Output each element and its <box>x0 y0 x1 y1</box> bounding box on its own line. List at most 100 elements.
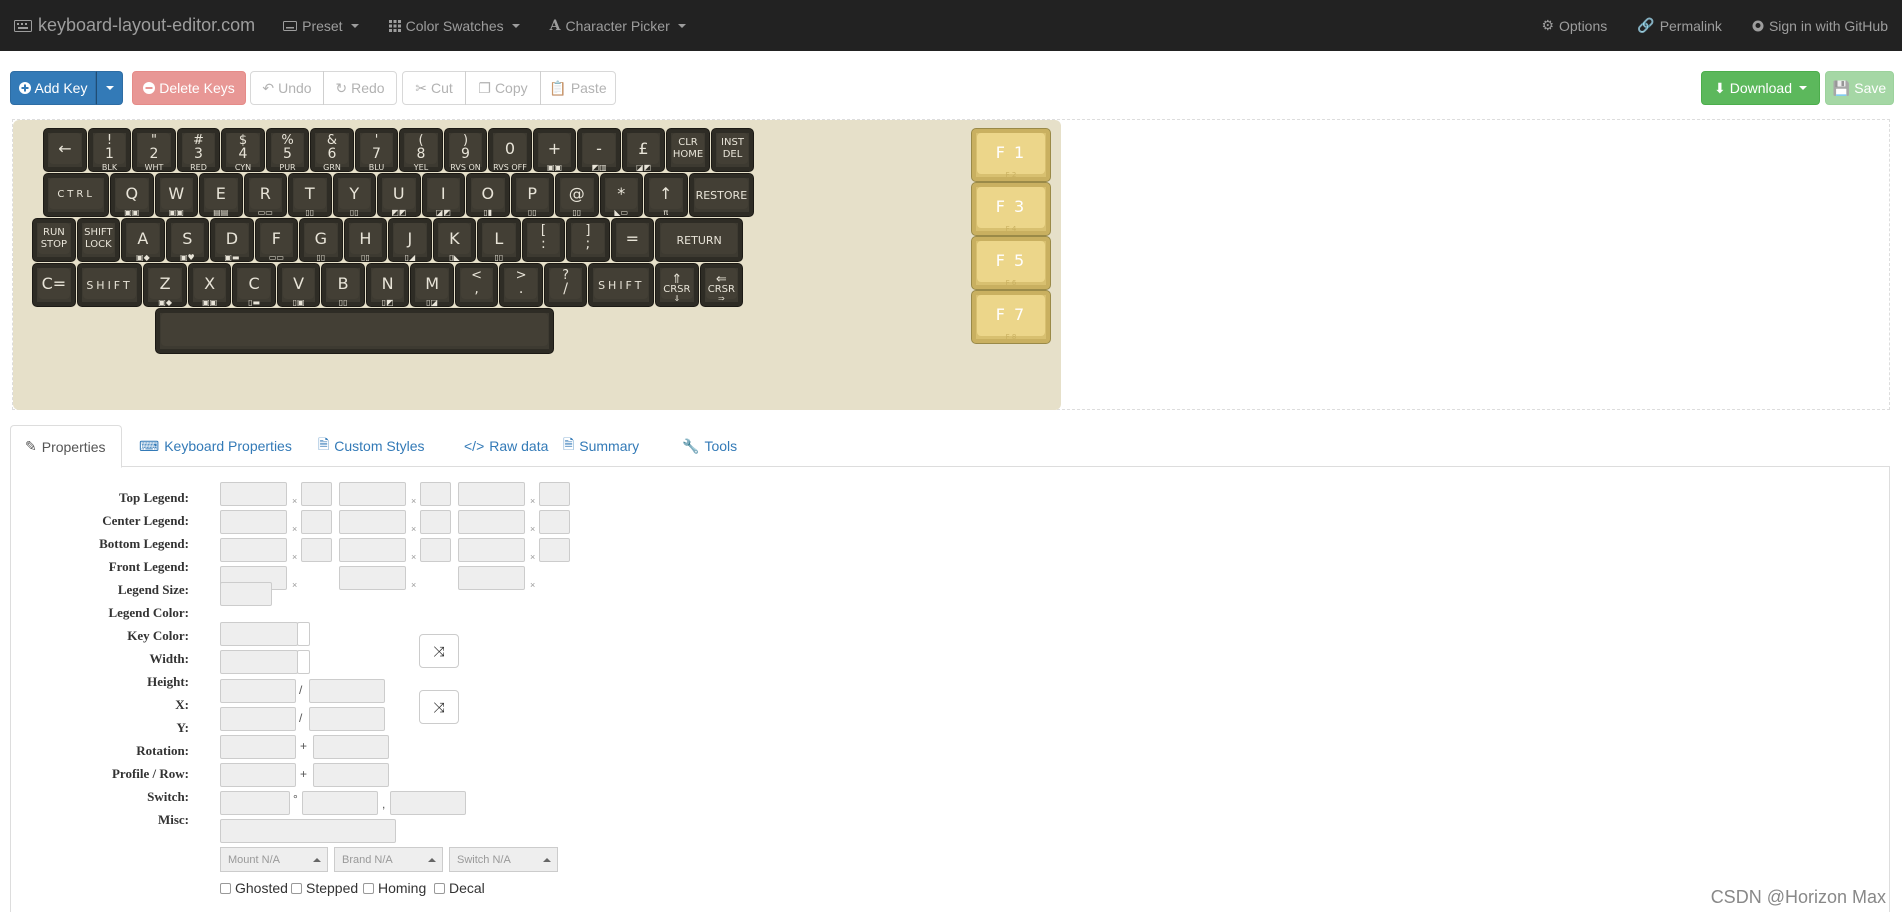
add-key-dropdown-button[interactable] <box>96 71 123 105</box>
legend-color-input[interactable] <box>220 622 298 646</box>
tab-raw-data[interactable]: </> Raw data <box>450 425 562 467</box>
y-input[interactable] <box>220 763 296 787</box>
keycap[interactable]: F ▭▭ <box>254 218 299 262</box>
keycap[interactable]: B ▯▯ <box>321 263 365 307</box>
clear-x-icon[interactable]: × <box>530 580 535 590</box>
add-key-button[interactable]: Add Key <box>10 71 96 105</box>
keycap[interactable]: N ▯◩ <box>365 263 410 307</box>
keycap[interactable]: ' 7 BLU <box>354 128 399 172</box>
keycap[interactable]: P ▯▯ <box>510 173 554 217</box>
height-input[interactable] <box>220 707 296 731</box>
swap-colors-button[interactable]: ⤨ <box>419 634 459 668</box>
legend-text-input[interactable] <box>220 510 287 534</box>
misc-homing[interactable]: Homing <box>363 880 426 896</box>
keycap[interactable]: W ▣▣ <box>154 173 198 217</box>
key-color-swatch[interactable] <box>297 650 310 674</box>
legend-size-small-input[interactable] <box>539 482 570 506</box>
width-input[interactable] <box>220 679 296 703</box>
keycap[interactable]: SHIFT <box>588 263 655 307</box>
clear-x-icon[interactable]: × <box>411 496 416 506</box>
keycap[interactable]: D ▣▬ <box>210 218 254 262</box>
y2-input[interactable] <box>313 763 389 787</box>
height2-input[interactable] <box>309 707 385 731</box>
keycap[interactable]: RETURN <box>655 218 744 262</box>
keycap[interactable]: % 5 PUR <box>265 128 310 172</box>
legend-text-input[interactable] <box>458 566 525 590</box>
keycap[interactable]: V ▯▣ <box>276 263 321 307</box>
keycap[interactable]: ↑ π <box>644 173 688 217</box>
keycap[interactable]: ← <box>43 128 87 172</box>
keycap[interactable]: " 2 WHT <box>132 128 176 172</box>
keycap[interactable]: ) 9 RVS ON <box>443 128 488 172</box>
width2-input[interactable] <box>309 679 385 703</box>
keycap[interactable]: [: <box>521 218 566 262</box>
legend-size-small-input[interactable] <box>420 538 451 562</box>
keycap[interactable]: G ▯▯ <box>299 218 343 262</box>
switch-brand-select[interactable]: Brand N/A <box>334 847 443 872</box>
copy-button[interactable]: ❐ Copy <box>465 71 541 105</box>
nav-github-signin[interactable]: Sign in with GitHub <box>1752 18 1888 34</box>
tab-custom-styles[interactable]: 🗎 Custom Styles <box>304 425 439 467</box>
function-keycap[interactable]: F 5 F 6 <box>971 236 1051 290</box>
stepped-checkbox[interactable] <box>291 882 302 894</box>
keycap[interactable]: R ▭▭ <box>243 173 287 217</box>
legend-size-small-input[interactable] <box>539 510 570 534</box>
legend-text-input[interactable] <box>220 482 287 506</box>
download-button[interactable]: ⬇ Download <box>1701 71 1820 105</box>
keycap[interactable]: J ▯◢ <box>388 218 432 262</box>
keycap[interactable]: ! 1 BLK <box>87 128 132 172</box>
keycap[interactable]: O ▯▮ <box>466 173 510 217</box>
keycap[interactable]: £ ◪◩ <box>621 128 666 172</box>
keycap[interactable]: INST DEL <box>710 128 755 172</box>
keycap[interactable]: A ▣◆ <box>121 218 165 262</box>
keycap[interactable]: S ▣♥ <box>165 218 210 262</box>
legend-text-input[interactable] <box>339 510 406 534</box>
keycap[interactable]: 0 RVS OFF <box>488 128 532 172</box>
keycap[interactable]: U ◩◩ <box>377 173 421 217</box>
key-color-input[interactable] <box>220 650 298 674</box>
keycap[interactable]: SHIFT LOCK <box>76 218 121 262</box>
redo-button[interactable]: ↻ Redo <box>323 71 397 105</box>
keycap[interactable]: - ◩▥ <box>577 128 621 172</box>
undo-button[interactable]: ↶ Undo <box>250 71 324 105</box>
keycap[interactable]: M ▯◪ <box>410 263 454 307</box>
keyboard-editor-area[interactable]: ← ! 1 BLK " 2 WHT #3 RED $4 CYN% 5 PUR & 6 GRN ' 7 BLU(8 YE… <box>12 119 1890 410</box>
legend-size-small-input[interactable] <box>539 538 570 562</box>
keycap[interactable]: ⇑ CRSR ⇓ <box>655 263 699 307</box>
keycap[interactable] <box>154 308 554 354</box>
nav-permalink[interactable]: 🔗 Permalink <box>1637 17 1722 34</box>
clear-x-icon[interactable]: × <box>411 552 416 562</box>
keycap[interactable]: Z ▣◆ <box>143 263 187 307</box>
keycap[interactable]: + ▣▣ <box>532 128 577 172</box>
switch-mount-select[interactable]: Mount N/A <box>220 847 328 872</box>
keycap[interactable]: H ▯▯ <box>343 218 388 262</box>
keycap[interactable]: (8 YEL <box>399 128 443 172</box>
clear-x-icon[interactable]: × <box>292 496 297 506</box>
keycap[interactable]: RESTORE <box>688 173 755 217</box>
delete-keys-button[interactable]: Delete Keys <box>132 71 246 105</box>
decal-checkbox[interactable] <box>434 882 445 894</box>
nav-options[interactable]: ⚙ Options <box>1541 17 1607 34</box>
misc-decal[interactable]: Decal <box>434 880 485 896</box>
keycap[interactable]: = <box>610 218 655 262</box>
keycap[interactable]: ]; <box>566 218 610 262</box>
homing-checkbox[interactable] <box>363 882 374 894</box>
keycap[interactable]: C ▯▬ <box>232 263 276 307</box>
paste-button[interactable]: 📋 Paste <box>540 71 616 105</box>
keycap[interactable]: RUN STOP <box>32 218 76 262</box>
keycap[interactable]: @ ▯▯ <box>555 173 599 217</box>
clear-x-icon[interactable]: × <box>411 524 416 534</box>
keycap[interactable]: T ▯▯ <box>288 173 332 217</box>
function-keycap[interactable]: F 7 F 8 <box>971 290 1051 344</box>
menu-character-picker[interactable]: A Character Picker <box>550 18 686 34</box>
keycap[interactable]: X ▣▣ <box>187 263 232 307</box>
clear-x-icon[interactable]: × <box>292 580 297 590</box>
legend-text-input[interactable] <box>458 482 525 506</box>
keycap[interactable]: K ▯◣ <box>432 218 477 262</box>
tab-summary[interactable]: 🗎 Summary <box>549 425 653 467</box>
clear-x-icon[interactable]: × <box>530 524 535 534</box>
misc-ghosted[interactable]: Ghosted <box>220 880 288 896</box>
legend-text-input[interactable] <box>339 538 406 562</box>
legend-size-small-input[interactable] <box>301 510 332 534</box>
legend-size-small-input[interactable] <box>301 482 332 506</box>
